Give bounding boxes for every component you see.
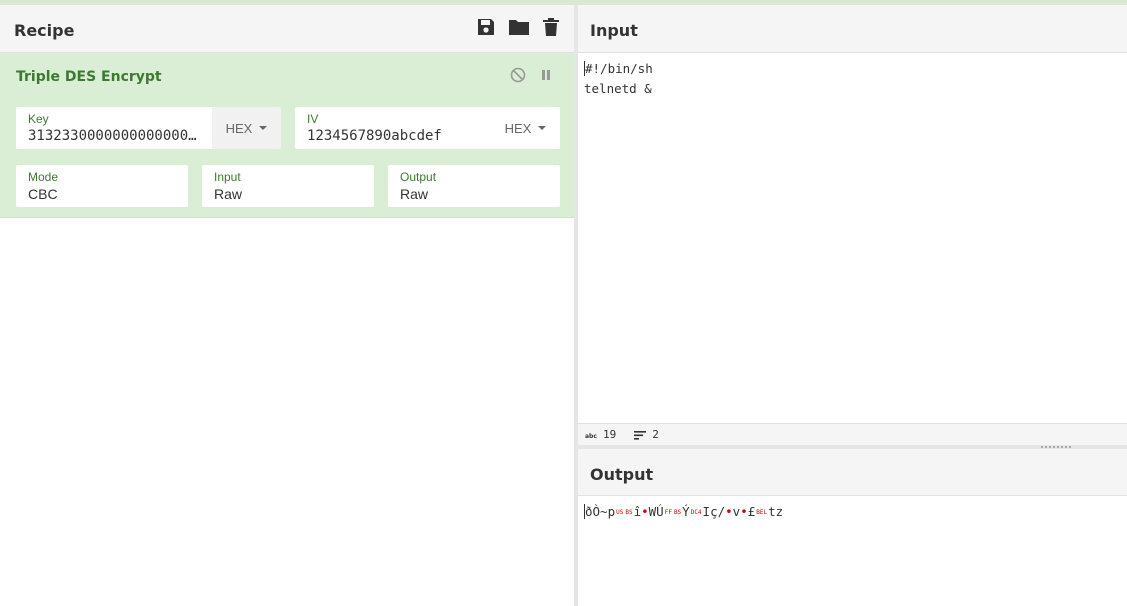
control-char-token: BS <box>673 508 682 516</box>
operation-triple-des-encrypt: Triple DES Encrypt Key 31323300000000000… <box>0 53 574 218</box>
key-input[interactable]: 3132330000000000000000000000000000000000… <box>28 128 198 144</box>
save-icon[interactable] <box>476 17 496 37</box>
mode-select[interactable]: CBC <box>28 186 58 202</box>
input-header: Input <box>578 5 1127 53</box>
iv-encoding-dropdown[interactable]: HEX <box>491 107 560 149</box>
output-type-select[interactable]: Raw <box>400 186 428 202</box>
chevron-down-icon <box>259 126 268 130</box>
input-textarea[interactable]: #!/bin/sh telnetd & <box>578 53 1127 423</box>
operation-controls <box>510 67 552 88</box>
control-char-token: BS <box>625 508 633 516</box>
output-chars: î <box>633 504 642 519</box>
char-count-value: 19 <box>603 428 617 441</box>
output-chars: WÚ <box>648 504 664 519</box>
nonprintable-dot: • <box>725 504 733 519</box>
char-count: abc 19 <box>585 428 616 441</box>
iv-label: IV <box>307 112 319 126</box>
input-line: #!/bin/sh <box>584 61 653 76</box>
input-type-select[interactable]: Raw <box>214 186 242 202</box>
trash-icon[interactable] <box>542 17 560 37</box>
chevron-down-icon <box>538 126 547 130</box>
output-chars: Ý <box>682 504 690 519</box>
output-text: ðÒ~pUS BSî•WÚFF BSÝDC4Iç/•v•£BELtz <box>585 504 783 519</box>
key-encoding-dropdown[interactable]: HEX <box>212 107 281 149</box>
input-type-label: Input <box>214 170 241 184</box>
mode-field[interactable]: Mode CBC <box>16 165 188 207</box>
mode-label: Mode <box>28 170 59 184</box>
pause-icon[interactable] <box>540 67 552 88</box>
recipe-title: Recipe <box>14 21 75 40</box>
lines-icon <box>634 430 647 440</box>
svg-text:abc: abc <box>585 433 597 439</box>
key-field[interactable]: Key 313233000000000000000000000000000000… <box>16 107 281 149</box>
control-char-token: FF <box>664 508 672 516</box>
io-pane: Input #!/bin/sh telnetd & abc 19 2 Outpu… <box>578 5 1127 606</box>
iv-field[interactable]: IV 1234567890abcdef HEX <box>295 107 560 149</box>
input-statusbar: abc 19 2 <box>578 423 1127 445</box>
control-char-token: BEL <box>756 508 768 516</box>
control-char-token: US <box>616 508 624 516</box>
input-line: telnetd & <box>584 81 652 96</box>
nonprintable-dot: • <box>740 504 748 519</box>
output-chars: tz <box>768 504 784 519</box>
output-type-label: Output <box>400 170 437 184</box>
char-count-icon: abc <box>585 433 597 439</box>
output-title: Output <box>590 465 654 484</box>
input-title: Input <box>590 21 638 40</box>
operation-title: Triple DES Encrypt <box>16 69 162 85</box>
iv-encoding-label: HEX <box>504 120 532 136</box>
output-header: Output <box>578 449 1127 496</box>
output-textarea[interactable]: ðÒ~pUS BSî•WÚFF BSÝDC4Iç/•v•£BELtz <box>578 496 1127 606</box>
output-chars: ðÒ~p <box>585 504 616 519</box>
output-chars: Iç/ <box>702 504 726 519</box>
key-label: Key <box>28 112 49 126</box>
nonprintable-dot: • <box>641 504 649 519</box>
output-type-field[interactable]: Output Raw <box>388 165 560 207</box>
disable-icon[interactable] <box>510 67 526 88</box>
recipe-toolbar <box>476 17 560 37</box>
key-encoding-label: HEX <box>225 120 253 136</box>
line-count: 2 <box>634 428 659 441</box>
folder-icon[interactable] <box>508 17 530 37</box>
input-type-field[interactable]: Input Raw <box>202 165 374 207</box>
recipe-header: Recipe <box>0 5 574 53</box>
line-count-value: 2 <box>652 428 659 441</box>
recipe-pane: Recipe Triple DES Encrypt Key 3132330000… <box>0 5 574 606</box>
resize-grip-icon[interactable] <box>1041 446 1071 448</box>
iv-input[interactable]: 1234567890abcdef <box>307 128 487 144</box>
control-char-token: DC4 <box>690 508 702 516</box>
